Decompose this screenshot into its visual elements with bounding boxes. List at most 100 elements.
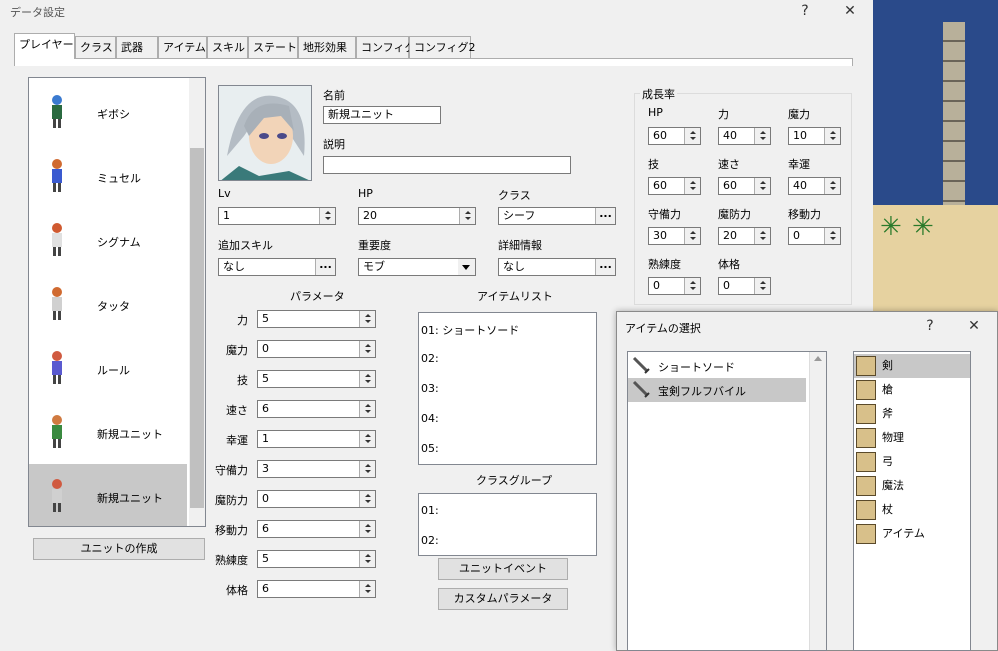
spinner-arrows-icon[interactable] [359, 521, 375, 537]
spinner-arrows-icon[interactable] [824, 128, 840, 144]
param-field[interactable]: 5 [257, 310, 376, 328]
unit-list[interactable]: ギボシ ミュセル シグナム タッタ ルール 新規ユニット 新規ユニット [28, 77, 206, 527]
spinner-arrows-icon[interactable] [754, 178, 770, 194]
unit-list-scrollbar[interactable] [189, 78, 205, 526]
spinner-arrows-icon[interactable] [359, 311, 375, 327]
item-list[interactable]: 01: ショートソード 02: 03: 04: 05: [418, 312, 597, 465]
tab-config2[interactable]: コンフィグ2 [409, 36, 475, 58]
list-item[interactable]: 新規ユニット [29, 464, 187, 526]
param-field[interactable]: 6 [257, 580, 376, 598]
name-field[interactable]: 新規ユニット [323, 106, 441, 124]
spinner-arrows-icon[interactable] [359, 551, 375, 567]
spinner-arrows-icon[interactable] [824, 228, 840, 244]
scroll-thumb[interactable] [190, 148, 204, 508]
param-field[interactable]: 3 [257, 460, 376, 478]
spinner-arrows-icon[interactable] [359, 491, 375, 507]
lv-field[interactable]: 1 [218, 207, 336, 225]
unit-event-button[interactable]: ユニットイベント [438, 558, 568, 580]
dialog-help-button[interactable]: ? [913, 315, 947, 337]
spinner-arrows-icon[interactable] [459, 208, 475, 224]
list-item[interactable]: タッタ [29, 272, 187, 336]
spinner-arrows-icon[interactable] [684, 278, 700, 294]
list-item[interactable]: ショートソード [628, 354, 806, 378]
custom-param-button[interactable]: カスタムパラメータ [438, 588, 568, 610]
list-item[interactable]: シグナム [29, 208, 187, 272]
growth-field[interactable]: 60 [648, 177, 701, 195]
spinner-arrows-icon[interactable] [359, 371, 375, 387]
hp-field[interactable]: 20 [358, 207, 476, 225]
growth-field[interactable]: 20 [718, 227, 771, 245]
tab-item[interactable]: アイテム [158, 36, 207, 58]
growth-field[interactable]: 0 [718, 277, 771, 295]
list-item[interactable]: 斧 [854, 402, 970, 426]
spinner-arrows-icon[interactable] [754, 278, 770, 294]
tab-state[interactable]: ステート [248, 36, 298, 58]
spinner-arrows-icon[interactable] [359, 431, 375, 447]
list-item[interactable]: アイテム [854, 522, 970, 546]
list-item[interactable]: 剣 [854, 354, 970, 378]
growth-field[interactable]: 40 [788, 177, 841, 195]
class-group-row[interactable]: 01: [421, 504, 439, 517]
browse-dots-icon[interactable]: ... [315, 259, 335, 275]
category-list[interactable]: 剣 槍 斧 物理 弓 魔法 杖 アイテム [853, 351, 971, 651]
spinner-arrows-icon[interactable] [684, 128, 700, 144]
spinner-arrows-icon[interactable] [684, 228, 700, 244]
growth-field[interactable]: 40 [718, 127, 771, 145]
create-unit-button[interactable]: ユニットの作成 [33, 538, 205, 560]
dialog-close-button[interactable]: ✕ [957, 315, 991, 337]
spinner-arrows-icon[interactable] [754, 228, 770, 244]
list-item[interactable]: 魔法 [854, 474, 970, 498]
spinner-arrows-icon[interactable] [824, 178, 840, 194]
list-item[interactable]: ギボシ [29, 80, 187, 144]
spinner-arrows-icon[interactable] [359, 341, 375, 357]
class-group-list[interactable]: 01: 02: [418, 493, 597, 556]
tab-weapon[interactable]: 武器 [116, 36, 158, 58]
list-item[interactable]: 宝剣フルフバイル [628, 378, 806, 402]
growth-field[interactable]: 0 [788, 227, 841, 245]
list-item[interactable]: 弓 [854, 450, 970, 474]
item-list-row[interactable]: 02: [421, 352, 439, 365]
list-item[interactable]: 物理 [854, 426, 970, 450]
detail-field[interactable]: なし... [498, 258, 616, 276]
browse-dots-icon[interactable]: ... [595, 208, 615, 224]
growth-field[interactable]: 10 [788, 127, 841, 145]
skill-field[interactable]: なし... [218, 258, 336, 276]
tab-skill[interactable]: スキル [207, 36, 248, 58]
spinner-arrows-icon[interactable] [754, 128, 770, 144]
help-button[interactable]: ? [788, 0, 822, 22]
spinner-arrows-icon[interactable] [359, 461, 375, 477]
tab-class[interactable]: クラス [75, 36, 116, 58]
class-field[interactable]: シーフ... [498, 207, 616, 225]
param-field[interactable]: 0 [257, 340, 376, 358]
item-list-row[interactable]: 01: ショートソード [421, 322, 519, 338]
tab-player[interactable]: プレイヤー [14, 33, 75, 59]
spinner-arrows-icon[interactable] [359, 581, 375, 597]
param-field[interactable]: 5 [257, 550, 376, 568]
close-button[interactable]: ✕ [833, 0, 867, 22]
browse-dots-icon[interactable]: ... [595, 259, 615, 275]
tab-terrain[interactable]: 地形効果 [298, 36, 356, 58]
item-list-row[interactable]: 04: [421, 412, 439, 425]
growth-field[interactable]: 0 [648, 277, 701, 295]
list-item[interactable]: ルール [29, 336, 187, 400]
spinner-arrows-icon[interactable] [319, 208, 335, 224]
growth-field[interactable]: 60 [648, 127, 701, 145]
portrait[interactable] [218, 85, 312, 181]
param-field[interactable]: 5 [257, 370, 376, 388]
item-list-row[interactable]: 03: [421, 382, 439, 395]
list-item[interactable]: 杖 [854, 498, 970, 522]
list-item[interactable]: ミュセル [29, 144, 187, 208]
param-field[interactable]: 6 [257, 400, 376, 418]
list-item[interactable]: 新規ユニット [29, 400, 187, 464]
param-field[interactable]: 0 [257, 490, 376, 508]
spinner-arrows-icon[interactable] [684, 178, 700, 194]
tab-config[interactable]: コンフィグ [356, 36, 415, 58]
item-list-row[interactable]: 05: [421, 442, 439, 455]
param-field[interactable]: 1 [257, 430, 376, 448]
growth-field[interactable]: 30 [648, 227, 701, 245]
description-field[interactable] [323, 156, 571, 174]
growth-field[interactable]: 60 [718, 177, 771, 195]
item-list-scrollbar[interactable] [809, 352, 826, 650]
class-group-row[interactable]: 02: [421, 534, 439, 547]
spinner-arrows-icon[interactable] [359, 401, 375, 417]
